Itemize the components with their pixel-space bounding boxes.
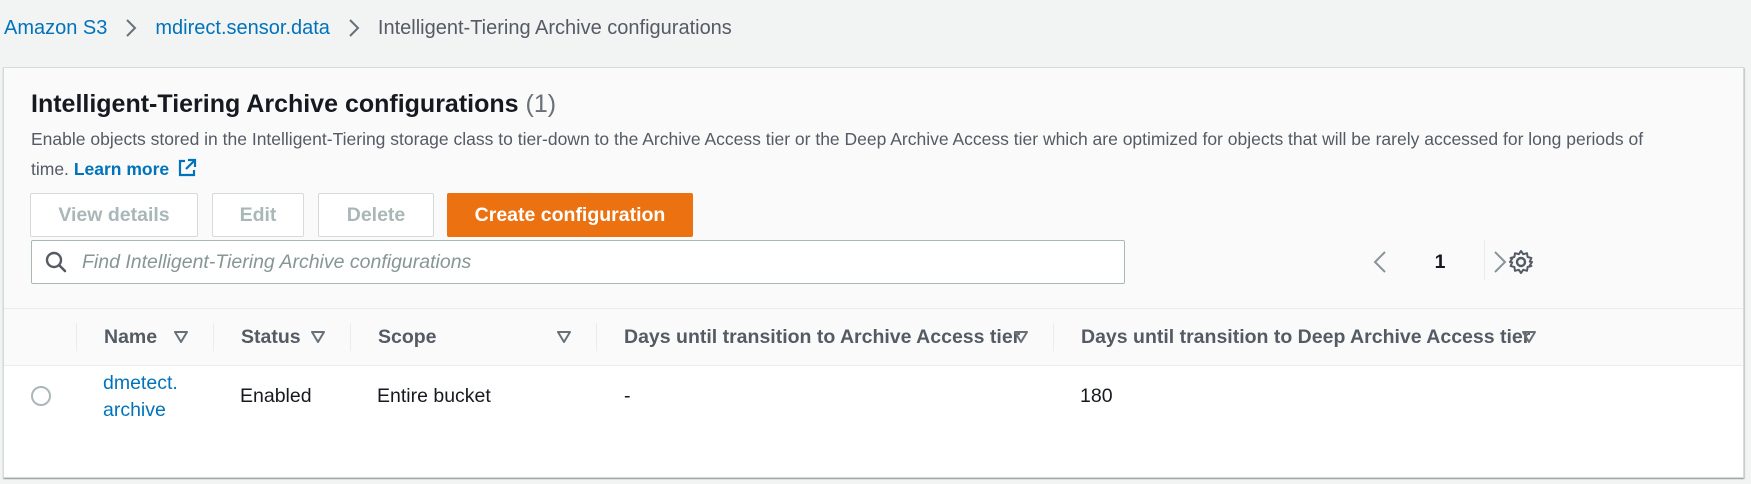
panel-title-text: Intelligent-Tiering Archive configuratio…: [31, 90, 519, 118]
column-divider: [596, 323, 597, 351]
configuration-count: (1): [525, 90, 557, 118]
panel-title: Intelligent-Tiering Archive configuratio…: [31, 90, 556, 119]
column-header-scope[interactable]: Scope: [378, 309, 437, 365]
row-scope: Entire bucket: [377, 385, 491, 407]
sort-caret-icon[interactable]: [1014, 309, 1028, 365]
row-select-radio[interactable]: [31, 386, 51, 406]
row-name-link[interactable]: dmetect. archive: [103, 370, 193, 424]
page-number-current[interactable]: 1: [1420, 251, 1460, 274]
column-header-archive-days[interactable]: Days until transition to Archive Access …: [624, 309, 1020, 365]
column-header-deep-archive-days[interactable]: Days until transition to Deep Archive Ac…: [1081, 309, 1530, 365]
column-header-label: Status: [241, 325, 301, 348]
breadcrumb-item-bucket[interactable]: mdirect.sensor.data: [155, 17, 330, 40]
row-name-line1: dmetect.: [103, 372, 178, 394]
column-header-name[interactable]: Name: [104, 309, 157, 365]
configurations-panel: Intelligent-Tiering Archive configuratio…: [3, 67, 1744, 478]
row-deep-archive-days: 180: [1080, 385, 1113, 407]
column-divider: [76, 323, 77, 351]
breadcrumb: Amazon S3 mdirect.sensor.data Intelligen…: [4, 14, 732, 42]
pager-divider: [1484, 240, 1485, 280]
column-header-label: Days until transition to Archive Access …: [624, 325, 1021, 348]
edit-button[interactable]: Edit: [212, 193, 304, 237]
create-configuration-button[interactable]: Create configuration: [447, 193, 693, 237]
column-divider: [213, 323, 214, 351]
sort-caret-icon[interactable]: [557, 309, 571, 365]
row-status: Enabled: [240, 385, 312, 407]
search-input[interactable]: [80, 249, 1084, 275]
description-text: Enable objects stored in the Intelligent…: [31, 129, 1644, 179]
column-header-label: Days until transition to Deep Archive Ac…: [1081, 325, 1531, 348]
search-icon: [44, 250, 68, 274]
pagination: 1: [1368, 246, 1512, 278]
chevron-right-icon: [348, 17, 360, 39]
column-divider: [1053, 323, 1054, 351]
sort-caret-icon[interactable]: [311, 309, 325, 365]
sort-caret-icon[interactable]: [174, 309, 188, 365]
sort-caret-icon[interactable]: [1522, 309, 1536, 365]
row-archive-days: -: [624, 385, 631, 407]
column-header-label: Name: [104, 325, 158, 348]
column-divider: [350, 323, 351, 351]
column-header-label: Scope: [378, 325, 437, 348]
learn-more-link[interactable]: Learn more: [73, 158, 197, 179]
delete-button[interactable]: Delete: [318, 193, 434, 237]
column-header-status[interactable]: Status: [241, 309, 301, 365]
table-header: Name Status Scope Days until transition …: [4, 308, 1743, 366]
breadcrumb-current: Intelligent-Tiering Archive configuratio…: [377, 16, 732, 39]
previous-page-icon[interactable]: [1368, 246, 1392, 278]
gear-icon[interactable]: [1507, 248, 1535, 276]
row-name-line2: archive: [103, 399, 166, 421]
panel-description: Enable objects stored in the Intelligent…: [31, 124, 1651, 187]
breadcrumb-item-amazon-s3[interactable]: Amazon S3: [4, 17, 107, 40]
external-link-icon: [177, 157, 197, 187]
table-row[interactable]: dmetect. archive Enabled Entire bucket -…: [4, 366, 1743, 477]
chevron-right-icon: [125, 17, 137, 39]
search-box: [31, 240, 1125, 284]
view-details-button[interactable]: View details: [30, 193, 198, 237]
learn-more-label: Learn more: [73, 159, 170, 179]
